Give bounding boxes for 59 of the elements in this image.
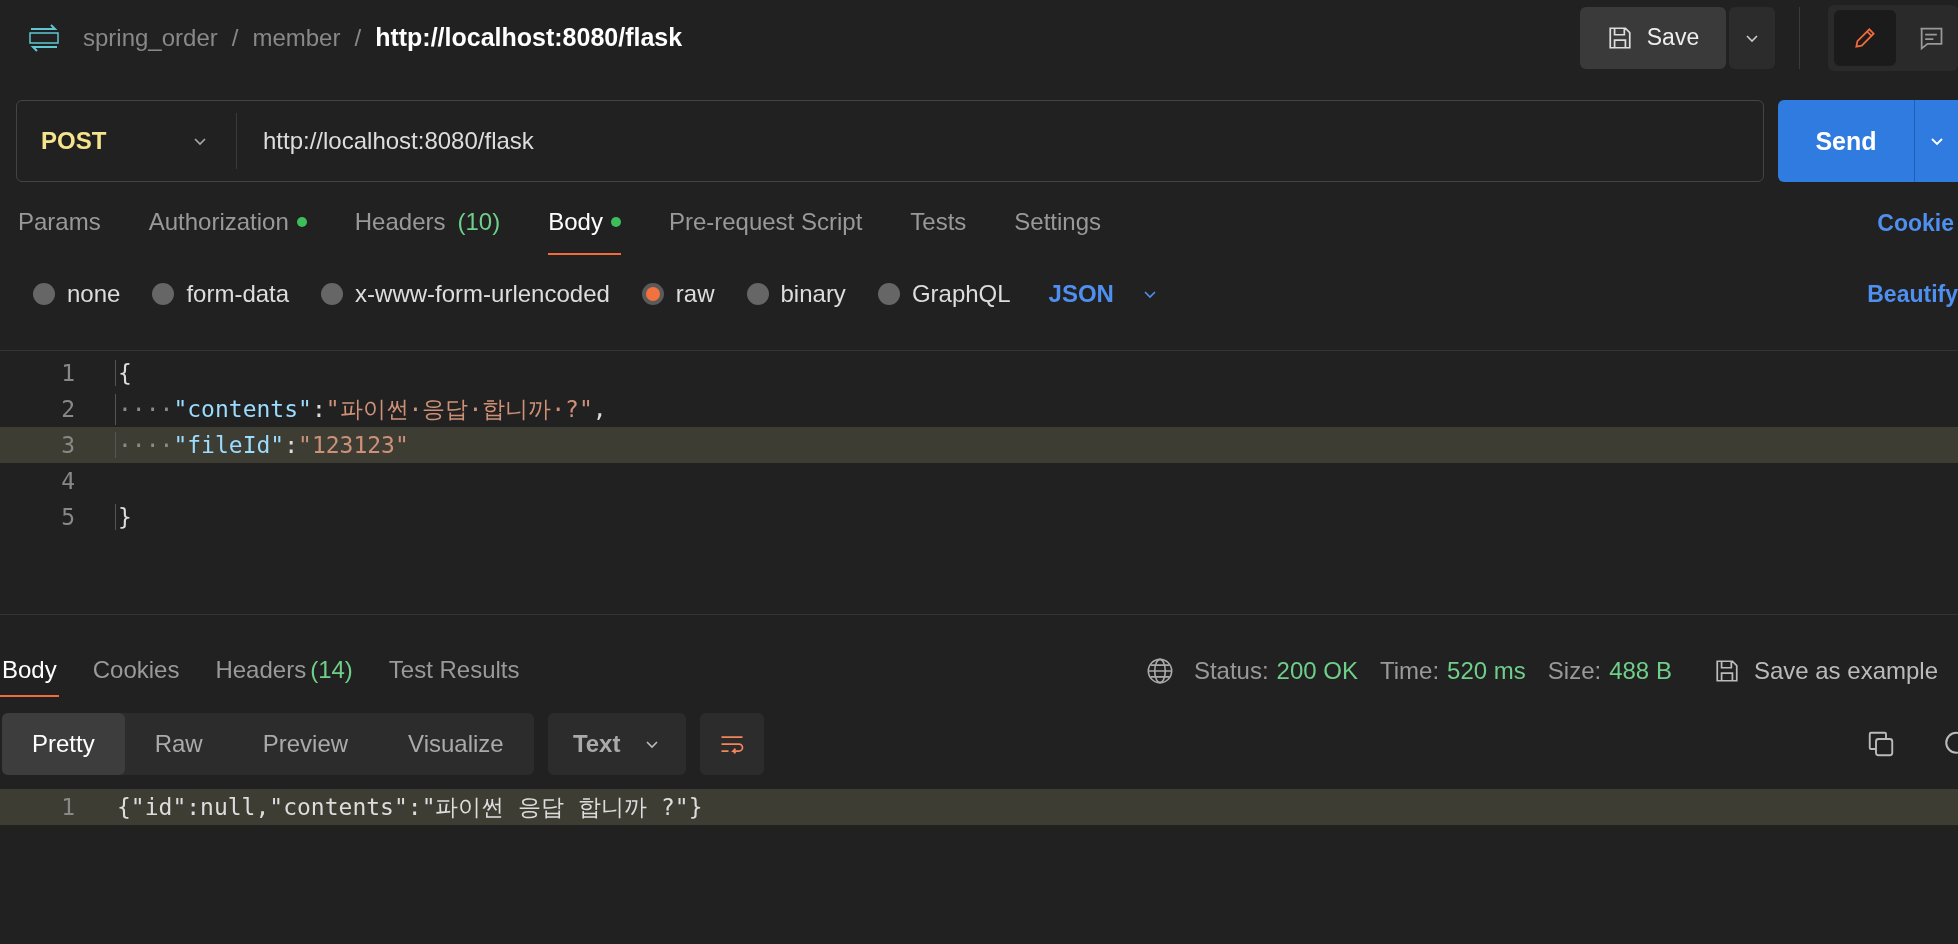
save-button[interactable]: Save bbox=[1580, 6, 1726, 69]
body-type-radio[interactable]: raw bbox=[641, 280, 715, 308]
line-number: 3 bbox=[60, 432, 76, 458]
line-number: 5 bbox=[60, 504, 76, 530]
view-mode-tab[interactable]: Visualize bbox=[378, 713, 534, 775]
body-type-radio[interactable]: x-www-form-urlencoded bbox=[321, 280, 610, 308]
meta-label: Time: bbox=[1380, 657, 1440, 685]
meta-label: Status: bbox=[1193, 657, 1269, 685]
breadcrumb-separator: / bbox=[231, 23, 239, 52]
beautify-link[interactable]: Beautify bbox=[1867, 280, 1958, 308]
cookies-link[interactable]: Cookie bbox=[1877, 209, 1954, 237]
method-dropdown[interactable]: POST bbox=[17, 113, 237, 169]
meta-value: 520 ms bbox=[1447, 657, 1526, 685]
globe-icon[interactable] bbox=[1145, 657, 1174, 685]
breadcrumb-item[interactable]: spring_order bbox=[83, 23, 218, 52]
url-field[interactable]: POST http://localhost:8080/flask bbox=[16, 100, 1764, 182]
body-type-radio[interactable]: form-data bbox=[152, 280, 290, 308]
breadcrumb-item[interactable]: member bbox=[252, 23, 341, 52]
edit-button[interactable] bbox=[1834, 9, 1896, 66]
wrap-lines-button[interactable] bbox=[699, 713, 764, 775]
code-line: } bbox=[115, 504, 132, 530]
request-tab[interactable]: Settings bbox=[1014, 191, 1102, 255]
response-format-dropdown[interactable]: Text bbox=[547, 713, 686, 775]
request-tab[interactable]: Params bbox=[18, 191, 101, 255]
breadcrumb-item: http://localhost:8080/flask bbox=[375, 23, 683, 52]
copy-icon[interactable] bbox=[1866, 729, 1896, 759]
response-tab[interactable]: Headers (14) bbox=[213, 645, 355, 697]
body-type-radio[interactable]: binary bbox=[746, 280, 846, 308]
line-number: 1 bbox=[60, 360, 76, 386]
meta-label: Size: bbox=[1547, 657, 1602, 685]
view-mode-tab[interactable]: Preview bbox=[232, 713, 379, 775]
save-as-example-button[interactable]: Save as example bbox=[1707, 656, 1944, 686]
request-tab[interactable]: Body bbox=[548, 191, 621, 255]
tab-count: (14) bbox=[310, 656, 353, 684]
code-line: { bbox=[115, 360, 132, 386]
code-line: ····"contents":"파이썬·응답·합니까·?", bbox=[115, 393, 607, 425]
response-tab[interactable]: Body bbox=[0, 645, 59, 697]
code-editor[interactable]: 1 { 2 ····"contents":"파이썬·응답·합니까·?", 3 ····"fileId":"123123" 4 5 } bbox=[0, 350, 1958, 615]
meta-value: 200 OK bbox=[1276, 657, 1358, 685]
request-tab[interactable]: Pre-request Script bbox=[668, 191, 863, 255]
line-number: 4 bbox=[60, 468, 76, 494]
line-number: 1 bbox=[60, 794, 76, 820]
response-tab[interactable]: Cookies bbox=[90, 645, 182, 697]
code-line: ····"fileId":"123123" bbox=[115, 432, 409, 458]
format-dropdown[interactable]: JSON bbox=[1042, 279, 1164, 309]
body-type-radio[interactable]: GraphQL bbox=[877, 280, 1011, 308]
request-tab[interactable]: Headers (10) bbox=[354, 191, 501, 255]
line-number: 2 bbox=[60, 396, 76, 422]
body-type-radio[interactable]: none bbox=[33, 280, 121, 308]
request-tab[interactable]: Authorization bbox=[148, 191, 307, 255]
response-tab[interactable]: Test Results bbox=[386, 645, 522, 697]
breadcrumb-separator: / bbox=[354, 23, 362, 52]
response-line: {"id":null,"contents":"파이썬 응답 합니까 ?"} bbox=[116, 792, 703, 822]
view-mode-tab[interactable]: Raw bbox=[124, 713, 233, 775]
meta-value: 488 B bbox=[1609, 657, 1672, 685]
send-button[interactable]: Send bbox=[1778, 100, 1914, 182]
request-tab[interactable]: Tests bbox=[910, 191, 967, 255]
tab-count: (10) bbox=[457, 208, 501, 236]
view-mode-tab[interactable]: Pretty bbox=[2, 713, 125, 775]
